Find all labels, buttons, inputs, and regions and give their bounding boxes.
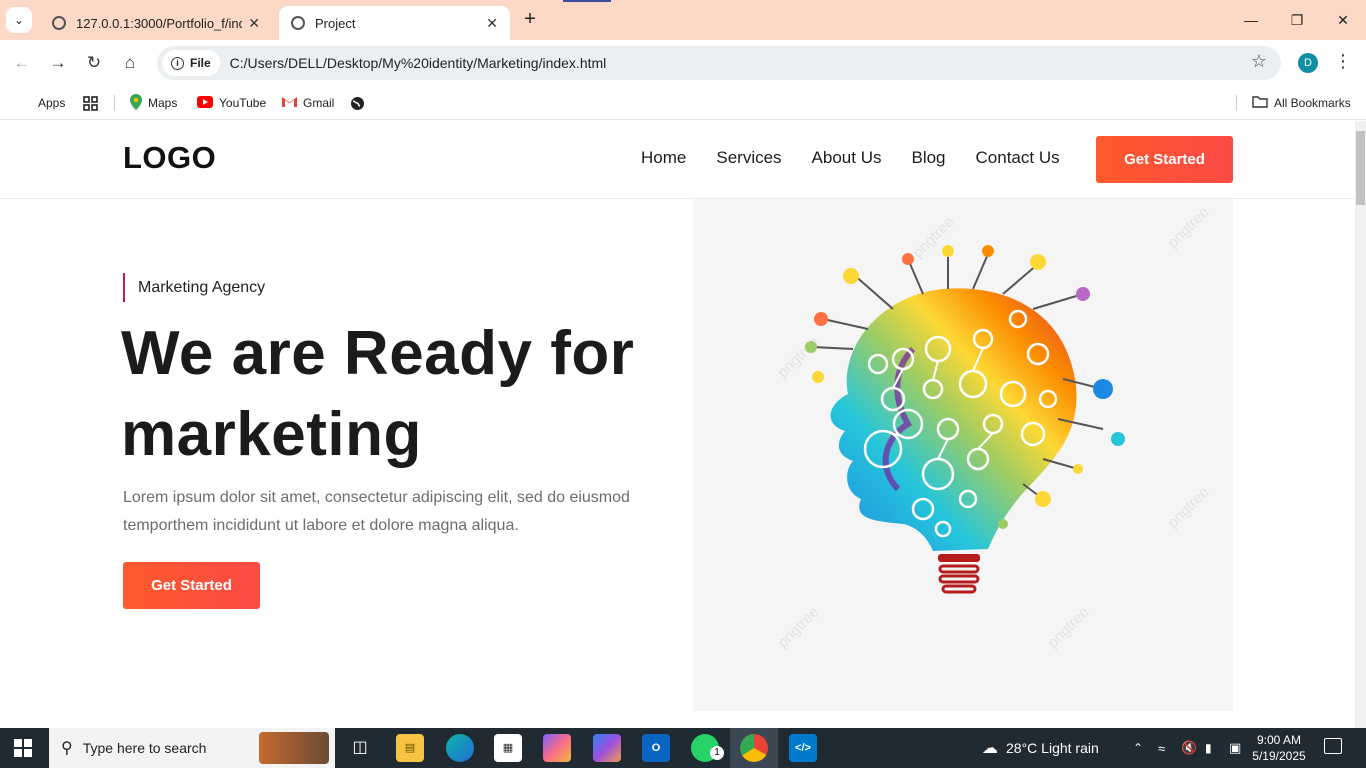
tab-search-chevron-icon[interactable]: ⌄	[6, 7, 32, 33]
file-explorer-icon[interactable]: ▤	[396, 734, 424, 762]
bookmark-divider	[1236, 95, 1237, 111]
close-tab-icon[interactable]: ✕	[248, 15, 260, 32]
maps-pin-icon	[130, 93, 142, 113]
tab-title: 127.0.0.1:3000/Portfolio_f/index	[76, 15, 243, 31]
nav-blog[interactable]: Blog	[911, 148, 945, 168]
tab-title: Project	[315, 15, 356, 31]
globe-icon	[291, 16, 305, 30]
copilot-icon[interactable]	[543, 734, 571, 762]
bookmark-globe[interactable]	[350, 93, 365, 113]
hero-title: We are Ready for marketing	[121, 319, 635, 469]
youtube-icon	[197, 95, 213, 111]
battery-icon[interactable]: ▮	[1205, 728, 1212, 768]
browser-toolbar: ← → ↻ ⌂ i File C:/Users/DELL/Desktop/My%…	[0, 40, 1366, 86]
tab-drag-indicator	[563, 0, 611, 2]
hero-eyebrow: Marketing Agency	[123, 273, 265, 302]
all-bookmarks[interactable]: All Bookmarks	[1252, 93, 1351, 113]
weather-widget[interactable]: ☁ 28°C Light rain	[982, 728, 1099, 768]
bookmark-gmail[interactable]: Gmail	[282, 93, 334, 113]
clock-time: 9:00 AM	[1256, 733, 1302, 747]
clock-date: 5/19/2025	[1252, 749, 1306, 763]
new-tab-plus-icon[interactable]: +	[518, 8, 542, 32]
address-bar[interactable]: i File C:/Users/DELL/Desktop/My%20identi…	[157, 46, 1281, 80]
tab-project[interactable]: Project ✕	[279, 6, 510, 40]
bookmark-label: Maps	[148, 96, 178, 110]
minimize-icon[interactable]: —	[1228, 8, 1274, 32]
back-arrow-icon[interactable]: ←	[9, 50, 35, 76]
bookmark-apps[interactable]: Apps	[18, 93, 65, 113]
gmail-icon	[282, 96, 297, 110]
show-hidden-icons-chevron[interactable]: ⌃	[1133, 728, 1143, 768]
browser-tab-strip: ⌄ 127.0.0.1:3000/Portfolio_f/index ✕ Pro…	[0, 0, 1366, 40]
tab-portfolio[interactable]: 127.0.0.1:3000/Portfolio_f/index ✕	[40, 6, 272, 40]
url-text[interactable]: C:/Users/DELL/Desktop/My%20identity/Mark…	[230, 55, 607, 71]
profile-avatar[interactable]: D	[1298, 53, 1318, 73]
bookmark-maps[interactable]: Maps	[130, 93, 177, 113]
weather-text: 28°C Light rain	[1006, 740, 1099, 756]
bookmark-label: All Bookmarks	[1274, 96, 1351, 110]
hero-description: Lorem ipsum dolor sit amet, consectetur …	[123, 489, 630, 534]
rain-cloud-icon: ☁	[982, 740, 998, 757]
bookmarks-bar: Apps Maps YouTube Gmail All Bookmarks	[0, 86, 1366, 120]
scrollbar-thumb[interactable]	[1356, 131, 1365, 205]
site-logo[interactable]: LOGO	[123, 140, 216, 176]
page-scrollbar[interactable]	[1355, 121, 1366, 728]
taskbar-clock[interactable]: 9:00 AM 5/19/2025	[1250, 732, 1308, 764]
whatsapp-badge: 1	[710, 746, 724, 760]
apps-grid-icon	[18, 96, 32, 110]
tab-groups-icon[interactable]	[83, 93, 98, 113]
main-nav: Home Services About Us Blog Contact Us	[641, 148, 1090, 168]
file-chip-label: File	[190, 56, 211, 70]
notification-center-icon[interactable]	[1324, 738, 1342, 754]
lightbulb-head-illustration	[805, 245, 1125, 594]
hero-lightbulb-brain-image: pngtree pngtree pngtree pngtree pngtree …	[693, 199, 1233, 711]
bookmark-label: YouTube	[219, 96, 267, 110]
close-window-icon[interactable]: ✕	[1320, 8, 1366, 32]
nav-about-us[interactable]: About Us	[812, 148, 882, 168]
task-view-icon[interactable]: ◫	[346, 734, 374, 762]
taskbar-search-box[interactable]: ⚲ Type here to search	[49, 728, 335, 768]
edge-browser-icon[interactable]	[446, 734, 474, 762]
site-header: LOGO Home Services About Us Blog Contact…	[0, 121, 1355, 199]
microsoft-365-icon[interactable]	[593, 734, 621, 762]
search-icon: ⚲	[61, 740, 73, 757]
nav-services[interactable]: Services	[716, 148, 781, 168]
forward-arrow-icon[interactable]: →	[45, 50, 71, 76]
home-icon[interactable]: ⌂	[117, 50, 143, 76]
taskbar-search-placeholder: Type here to search	[82, 740, 207, 756]
chrome-icon[interactable]	[740, 734, 768, 762]
more-menu-icon[interactable]: ⋮	[1334, 51, 1352, 72]
reload-icon[interactable]: ↻	[81, 50, 107, 76]
network-icon[interactable]: ≈	[1158, 728, 1165, 768]
volume-muted-icon[interactable]: 🔇	[1181, 728, 1197, 768]
microsoft-store-icon[interactable]: ▦	[494, 734, 522, 762]
hero-get-started-button[interactable]: Get Started	[123, 562, 260, 609]
nav-home[interactable]: Home	[641, 148, 686, 168]
restore-icon[interactable]: ❐	[1274, 8, 1320, 32]
bookmark-youtube[interactable]: YouTube	[197, 93, 266, 113]
vscode-icon[interactable]: </>	[789, 734, 817, 762]
nav-contact-us[interactable]: Contact Us	[976, 148, 1060, 168]
folder-icon	[1252, 95, 1268, 111]
globe-icon	[52, 16, 66, 30]
bookmark-star-icon[interactable]: ☆	[1251, 51, 1267, 72]
bookmark-label: Gmail	[303, 96, 335, 110]
info-icon: i	[171, 56, 184, 70]
windows-start-icon[interactable]	[14, 739, 32, 757]
site-info-chip[interactable]: i File	[162, 50, 220, 76]
globe-icon	[351, 96, 364, 110]
header-get-started-button[interactable]: Get Started	[1096, 136, 1233, 183]
bookmark-divider	[114, 95, 115, 111]
close-tab-icon[interactable]: ✕	[486, 15, 498, 32]
windows-taskbar: ⚲ Type here to search ◫ ▤ ▦ O 1 </> ☁ 28…	[0, 728, 1366, 768]
outlook-icon[interactable]: O	[642, 734, 670, 762]
bookmark-label: Apps	[38, 96, 66, 110]
web-page: LOGO Home Services About Us Blog Contact…	[0, 121, 1366, 728]
search-highlight-image	[259, 732, 329, 764]
meet-now-icon[interactable]: ▣	[1229, 728, 1241, 768]
